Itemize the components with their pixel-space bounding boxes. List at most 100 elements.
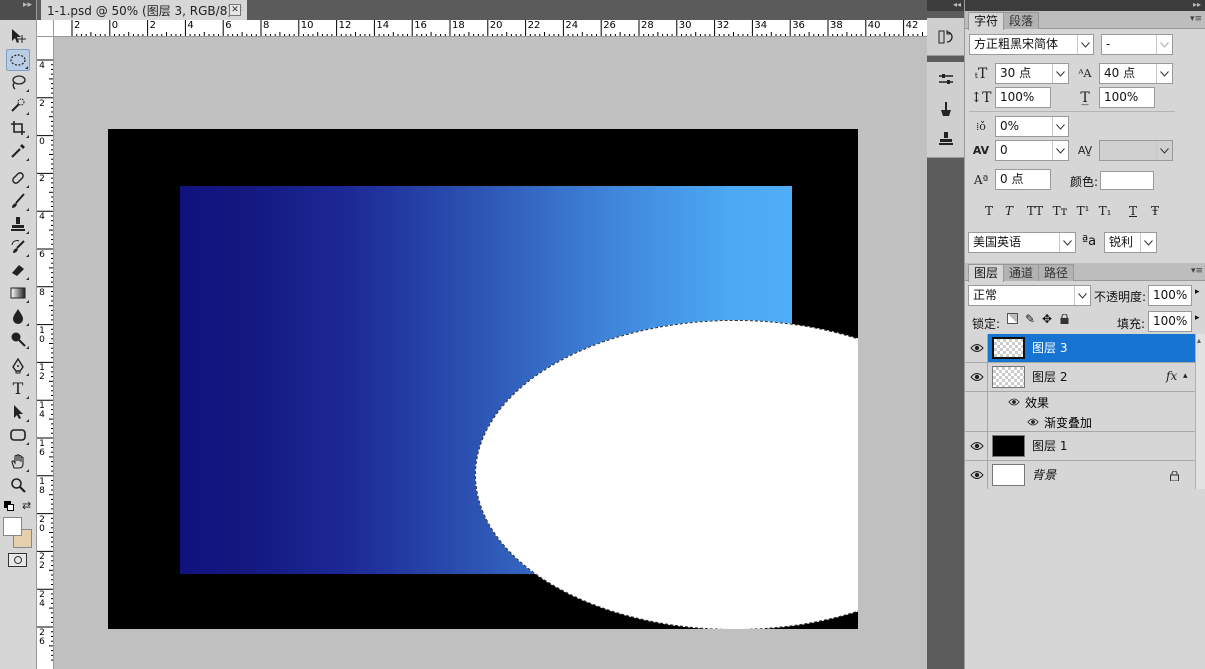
layer-row-3[interactable]: 图层 3 <box>965 334 1195 363</box>
horizontal-scale-value: 100% <box>1104 90 1139 104</box>
opacity-slider-arrow-icon[interactable]: ▸ <box>1195 287 1200 297</box>
language-select[interactable]: 美国英语 <box>968 232 1076 253</box>
visibility-toggle[interactable] <box>965 461 988 489</box>
underline-button[interactable]: T <box>1123 202 1143 220</box>
effects-row[interactable]: 效果 <box>965 392 1195 412</box>
type-tool-icon[interactable]: T <box>6 378 30 400</box>
lasso-tool-icon[interactable] <box>6 71 30 93</box>
layers-scrollbar[interactable]: ▴ <box>1195 334 1205 489</box>
gradient-tool-icon[interactable] <box>6 282 30 304</box>
tsume-field[interactable]: 0% <box>995 116 1069 137</box>
rectangle-tool-icon[interactable] <box>6 424 30 446</box>
clone-stamp-tool-icon[interactable] <box>6 213 30 235</box>
fx-icon[interactable]: fx <box>1166 369 1177 383</box>
layer-name[interactable]: 背景 <box>1032 467 1056 483</box>
blend-mode-value: 正常 <box>973 288 998 302</box>
blur-tool-icon[interactable] <box>6 305 30 327</box>
lock-transparent-icon[interactable] <box>1007 313 1018 324</box>
ruler-label: 1 4 <box>39 401 45 421</box>
brush-presets-panel-icon[interactable] <box>935 98 957 120</box>
scroll-up-icon[interactable]: ▴ <box>1197 336 1201 345</box>
fill-field[interactable]: 100% <box>1148 311 1192 332</box>
default-colors-icon[interactable] <box>4 501 14 511</box>
effects-collapse-icon[interactable]: ▴ <box>1183 371 1188 381</box>
elliptical-marquee-tool-icon[interactable] <box>6 49 30 71</box>
vertical-ruler[interactable]: 4 2 0 2 4 6 8 1 0 1 2 1 4 1 6 1 8 2 0 2 2 2 4 2 6 <box>37 37 54 669</box>
chevron-down-icon <box>1140 233 1156 252</box>
layer-row-1[interactable]: 图层 1 <box>965 432 1195 461</box>
all-caps-button[interactable]: TT <box>1023 202 1047 220</box>
visibility-toggle[interactable] <box>965 334 988 362</box>
history-brush-tool-icon[interactable] <box>6 236 30 258</box>
opacity-field[interactable]: 100% <box>1148 285 1192 306</box>
eye-icon[interactable] <box>1008 396 1020 408</box>
font-size-field[interactable]: 30 点 <box>995 63 1069 84</box>
strikethrough-button[interactable]: Ŧ <box>1145 202 1165 220</box>
layer-name[interactable]: 图层 2 <box>1032 369 1067 385</box>
horizontal-ruler[interactable]: 2 0 2 4 6 8 10 12 14 16 18 20 22 24 26 28 30 32 34 36 38 40 42 <box>54 20 927 37</box>
panel-menu-icon[interactable]: ▾≡ <box>1190 14 1202 24</box>
path-selection-tool-icon[interactable] <box>6 401 30 423</box>
font-style-select[interactable]: - <box>1101 34 1173 55</box>
baseline-shift-field[interactable]: 0 点 <box>995 169 1051 190</box>
hand-tool-icon[interactable] <box>6 451 30 473</box>
swap-colors-icon[interactable]: ⇄ <box>22 499 31 512</box>
canvas-layer-1-black[interactable] <box>108 129 858 629</box>
dodge-tool-icon[interactable] <box>6 328 30 350</box>
brush-tool-icon[interactable] <box>6 190 30 212</box>
font-family-select[interactable]: 方正粗黑宋简体 <box>969 34 1094 55</box>
panel-collapse-grip[interactable]: ▸▸ <box>0 0 36 20</box>
lock-all-icon[interactable] <box>1060 313 1069 324</box>
vertical-scale-field[interactable]: 100% <box>995 87 1051 108</box>
history-panel-icon[interactable] <box>935 26 957 48</box>
quick-selection-tool-icon[interactable] <box>6 94 30 116</box>
anti-alias-select[interactable]: 锐利 <box>1104 232 1157 253</box>
tab-layers[interactable]: 图层 <box>968 264 1005 282</box>
dock-collapse-grip[interactable]: ◂◂ <box>927 0 964 11</box>
leading-field[interactable]: 40 点 <box>1099 63 1173 84</box>
tab-paths[interactable]: 路径 <box>1038 264 1075 281</box>
horizontal-scale-field[interactable]: 100% <box>1099 87 1155 108</box>
faux-italic-button[interactable]: T <box>999 202 1019 220</box>
pen-tool-icon[interactable] <box>6 355 30 377</box>
spot-healing-tool-icon[interactable] <box>6 167 30 189</box>
panels-collapse-grip[interactable]: ▸▸ <box>965 0 1205 11</box>
eyedropper-tool-icon[interactable] <box>6 140 30 162</box>
move-tool-icon[interactable] <box>6 25 30 47</box>
layer-row-2[interactable]: 图层 2 fx ▴ <box>965 363 1195 392</box>
ruler-origin[interactable] <box>37 20 54 37</box>
layer-name[interactable]: 图层 1 <box>1032 438 1067 454</box>
visibility-toggle[interactable] <box>965 363 988 391</box>
fill-slider-arrow-icon[interactable]: ▸ <box>1195 313 1200 323</box>
tracking-field[interactable] <box>1099 140 1173 161</box>
kerning-field[interactable]: 0 <box>995 140 1069 161</box>
layer-name[interactable]: 图层 3 <box>1032 340 1067 356</box>
zoom-tool-icon[interactable] <box>6 474 30 496</box>
tool-presets-panel-icon[interactable] <box>935 68 957 90</box>
effect-gradient-overlay-row[interactable]: 渐变叠加 <box>965 412 1195 432</box>
ruler-label: 34 <box>754 20 768 31</box>
eye-icon[interactable] <box>1027 416 1039 428</box>
lock-pixels-icon[interactable]: ✎ <box>1025 312 1035 326</box>
tab-paragraph[interactable]: 段落 <box>1003 12 1040 29</box>
subscript-button[interactable]: T₁ <box>1095 202 1115 220</box>
tab-character[interactable]: 字符 <box>968 12 1005 30</box>
blend-mode-select[interactable]: 正常 <box>968 285 1091 306</box>
document-tab[interactable]: 1-1.psd @ 50% (图层 3, RGB/8) * ✕ <box>41 0 247 20</box>
eraser-tool-icon[interactable] <box>6 259 30 281</box>
clone-source-panel-icon[interactable] <box>935 128 957 150</box>
collapsed-panels-dock: ◂◂ <box>927 0 964 669</box>
quick-mask-icon[interactable] <box>8 553 27 567</box>
crop-tool-icon[interactable] <box>6 117 30 139</box>
small-caps-button[interactable]: Tт <box>1049 202 1071 220</box>
tab-channels[interactable]: 通道 <box>1003 264 1040 281</box>
panel-menu-icon[interactable]: ▾≡ <box>1191 266 1203 276</box>
lock-position-icon[interactable]: ✥ <box>1042 312 1052 326</box>
faux-bold-button[interactable]: T <box>979 202 999 220</box>
layer-row-background[interactable]: 背景 <box>965 461 1195 490</box>
text-color-swatch[interactable] <box>1100 171 1154 190</box>
visibility-toggle[interactable] <box>965 432 988 460</box>
superscript-button[interactable]: T¹ <box>1073 202 1093 220</box>
foreground-color-swatch[interactable] <box>3 517 22 536</box>
close-icon[interactable]: ✕ <box>229 4 241 16</box>
